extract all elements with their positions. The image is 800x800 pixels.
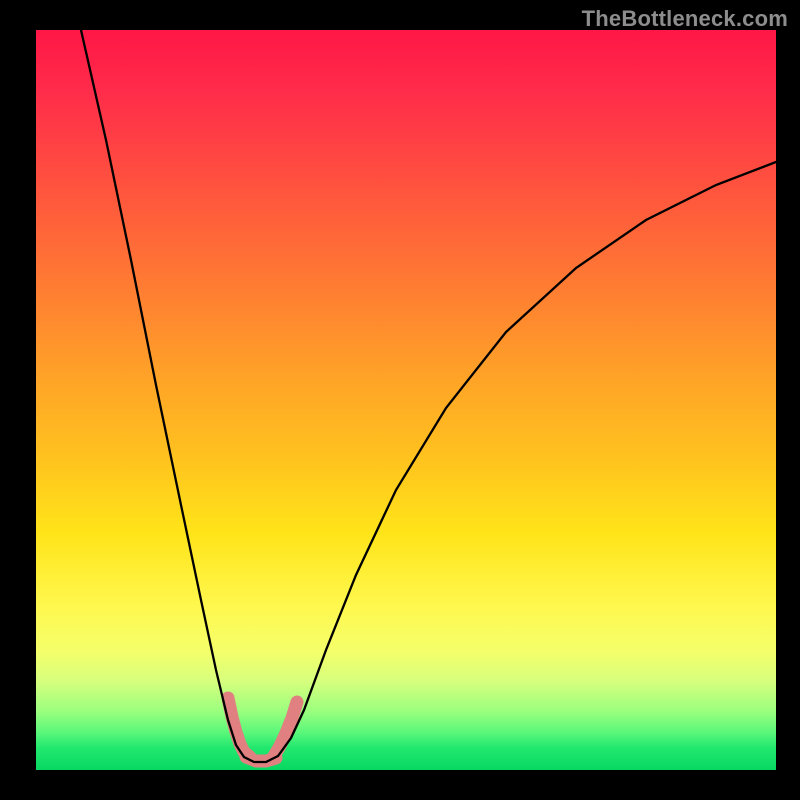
chart-frame: TheBottleneck.com <box>0 0 800 800</box>
bottleneck-curve <box>81 30 776 762</box>
plot-area <box>36 30 776 770</box>
highlight-right <box>274 702 297 756</box>
watermark-text: TheBottleneck.com <box>582 6 788 32</box>
curve-svg <box>36 30 776 770</box>
